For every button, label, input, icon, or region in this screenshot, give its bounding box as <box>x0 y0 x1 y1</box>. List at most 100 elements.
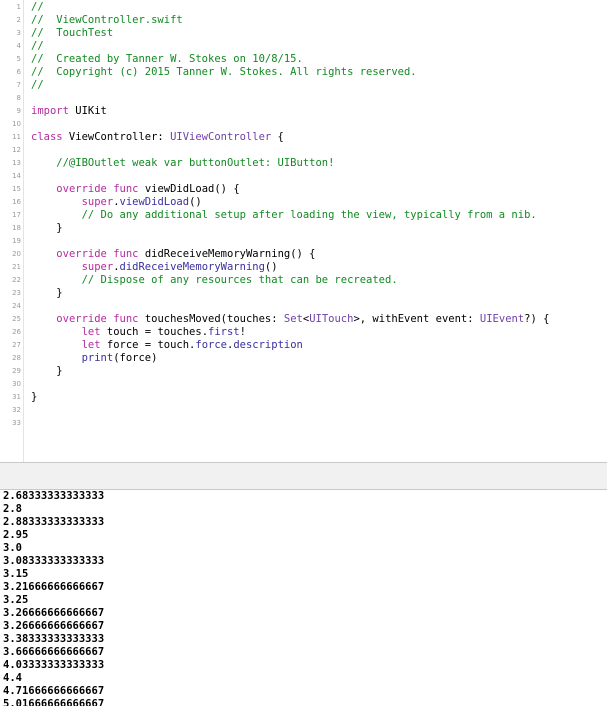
console-line: 3.38333333333333 <box>3 633 105 645</box>
code-line[interactable]: 12 <box>0 144 607 157</box>
code-line[interactable]: 1 // <box>0 1 607 14</box>
code-text: } <box>31 391 37 404</box>
line-number: 14 <box>12 172 21 180</box>
code-token: print <box>81 352 114 364</box>
code-line[interactable]: 8 <box>0 92 607 105</box>
code-text: } <box>31 287 63 300</box>
code-token: } <box>31 365 63 377</box>
code-line[interactable]: 19 <box>0 235 607 248</box>
code-text: } <box>31 222 62 235</box>
line-number: 21 <box>12 263 21 271</box>
code-token: description <box>233 339 303 351</box>
code-line[interactable]: 16 super.viewDidLoad() <box>0 196 607 209</box>
code-line[interactable]: 14 <box>0 170 607 183</box>
code-line[interactable]: 26 let touch = touches.first! <box>0 326 607 339</box>
code-line[interactable]: 4 // <box>0 40 607 53</box>
code-line[interactable]: 7 // <box>0 79 607 92</box>
code-token: override <box>56 183 107 195</box>
code-token: touch = touches. <box>100 326 209 338</box>
code-text: class ViewController: UIViewController { <box>31 131 284 144</box>
code-token: import <box>31 105 69 117</box>
code-line[interactable]: 2 // ViewController.swift <box>0 14 607 27</box>
code-text: } <box>31 365 63 378</box>
console-line: 2.68333333333333 <box>3 490 105 502</box>
code-line[interactable]: 17 // Do any additional setup after load… <box>0 209 607 222</box>
console-line: 3.0 <box>3 542 22 554</box>
console-line: 4.71666666666667 <box>3 685 105 697</box>
code-token: // Dispose of any resources that can be … <box>31 274 398 286</box>
code-token: Set <box>283 313 303 325</box>
code-line[interactable]: 23 } <box>0 287 607 300</box>
line-number: 18 <box>12 224 21 232</box>
code-token: //@IBOutlet weak var buttonOutlet: UIBut… <box>31 157 335 169</box>
code-line[interactable]: 29 } <box>0 365 607 378</box>
code-token: func <box>113 248 139 260</box>
code-token: } <box>31 287 63 299</box>
code-text: // ViewController.swift <box>31 14 183 27</box>
line-number: 27 <box>12 341 21 349</box>
code-line[interactable]: 15 override func viewDidLoad() { <box>0 183 607 196</box>
code-token: ViewController: <box>62 131 171 143</box>
line-number: 28 <box>12 354 21 362</box>
code-token: first <box>208 326 240 338</box>
line-number: 26 <box>12 328 21 336</box>
debug-console[interactable]: 2.68333333333333 2.8 2.88333333333333 2.95 3… <box>0 490 607 706</box>
code-line[interactable]: 27 let force = touch.force.description <box>0 339 607 352</box>
code-line[interactable]: 6 // Copyright (c) 2015 Tanner W. Stokes.… <box>0 66 607 79</box>
line-number: 24 <box>12 302 21 310</box>
code-line[interactable]: 28 print(force) <box>0 352 607 365</box>
code-line[interactable]: 20 override func didReceiveMemoryWarning… <box>0 248 607 261</box>
code-line[interactable]: 21 super.didReceiveMemoryWarning() <box>0 261 607 274</box>
code-line[interactable]: 3 // TouchTest <box>0 27 607 40</box>
code-token: didReceiveMemoryWarning() { <box>138 248 316 260</box>
code-line[interactable]: 9 import UIKit <box>0 105 607 118</box>
code-text: override func viewDidLoad() { <box>31 183 239 196</box>
line-number: 11 <box>12 133 21 141</box>
code-line[interactable]: 18 } <box>0 222 607 235</box>
code-token: func <box>113 313 139 325</box>
code-line[interactable]: 22 // Dispose of any resources that can … <box>0 274 607 287</box>
code-line[interactable]: 31} <box>0 391 607 404</box>
code-token: { <box>271 131 284 143</box>
line-number: 12 <box>12 146 21 154</box>
code-line[interactable]: 24 <box>0 300 607 313</box>
code-text: // Do any additional setup after loading… <box>31 209 537 222</box>
console-line: 3.08333333333333 <box>3 555 105 567</box>
code-line[interactable]: 30 <box>0 378 607 391</box>
debug-area-divider[interactable] <box>0 462 607 490</box>
code-line[interactable]: 13 //@IBOutlet weak var buttonOutlet: UI… <box>0 157 607 170</box>
code-text: super.didReceiveMemoryWarning() <box>31 261 278 274</box>
line-number: 22 <box>12 276 21 284</box>
code-token: super <box>81 196 114 208</box>
code-token: // Do any additional setup after loading… <box>31 209 537 221</box>
line-number: 30 <box>12 380 21 388</box>
code-token: () <box>189 196 202 208</box>
code-line[interactable]: 10 <box>0 118 607 131</box>
line-number: 4 <box>16 42 21 50</box>
console-line: 3.25 <box>3 594 29 606</box>
code-token: // Copyright (c) 2015 Tanner W. Stokes. … <box>31 66 417 78</box>
source-editor[interactable]: 1 // 2 // ViewController.swift 3 // TouchTest… <box>0 0 607 462</box>
line-number: 17 <box>12 211 21 219</box>
line-number: 5 <box>16 55 21 63</box>
code-line[interactable]: 11 class ViewController: UIViewController… <box>0 131 607 144</box>
code-line[interactable]: 25 override func touchesMoved(touches: S… <box>0 313 607 326</box>
code-text: // TouchTest <box>31 27 113 40</box>
line-number: 25 <box>12 315 21 323</box>
console-line: 3.66666666666667 <box>3 646 105 658</box>
code-token: ?) { <box>524 313 550 325</box>
code-line[interactable]: 32 <box>0 404 607 417</box>
code-text: import UIKit <box>31 105 107 118</box>
code-line[interactable]: 33 <box>0 417 607 430</box>
code-text: override func didReceiveMemoryWarning() … <box>31 248 316 261</box>
code-line[interactable]: 5 // Created by Tanner W. Stokes on 10/8/… <box>0 53 607 66</box>
code-token: viewDidLoad <box>119 196 190 208</box>
code-token: func <box>113 183 139 195</box>
code-text: print(force) <box>31 352 158 365</box>
code-token: override <box>56 313 107 325</box>
